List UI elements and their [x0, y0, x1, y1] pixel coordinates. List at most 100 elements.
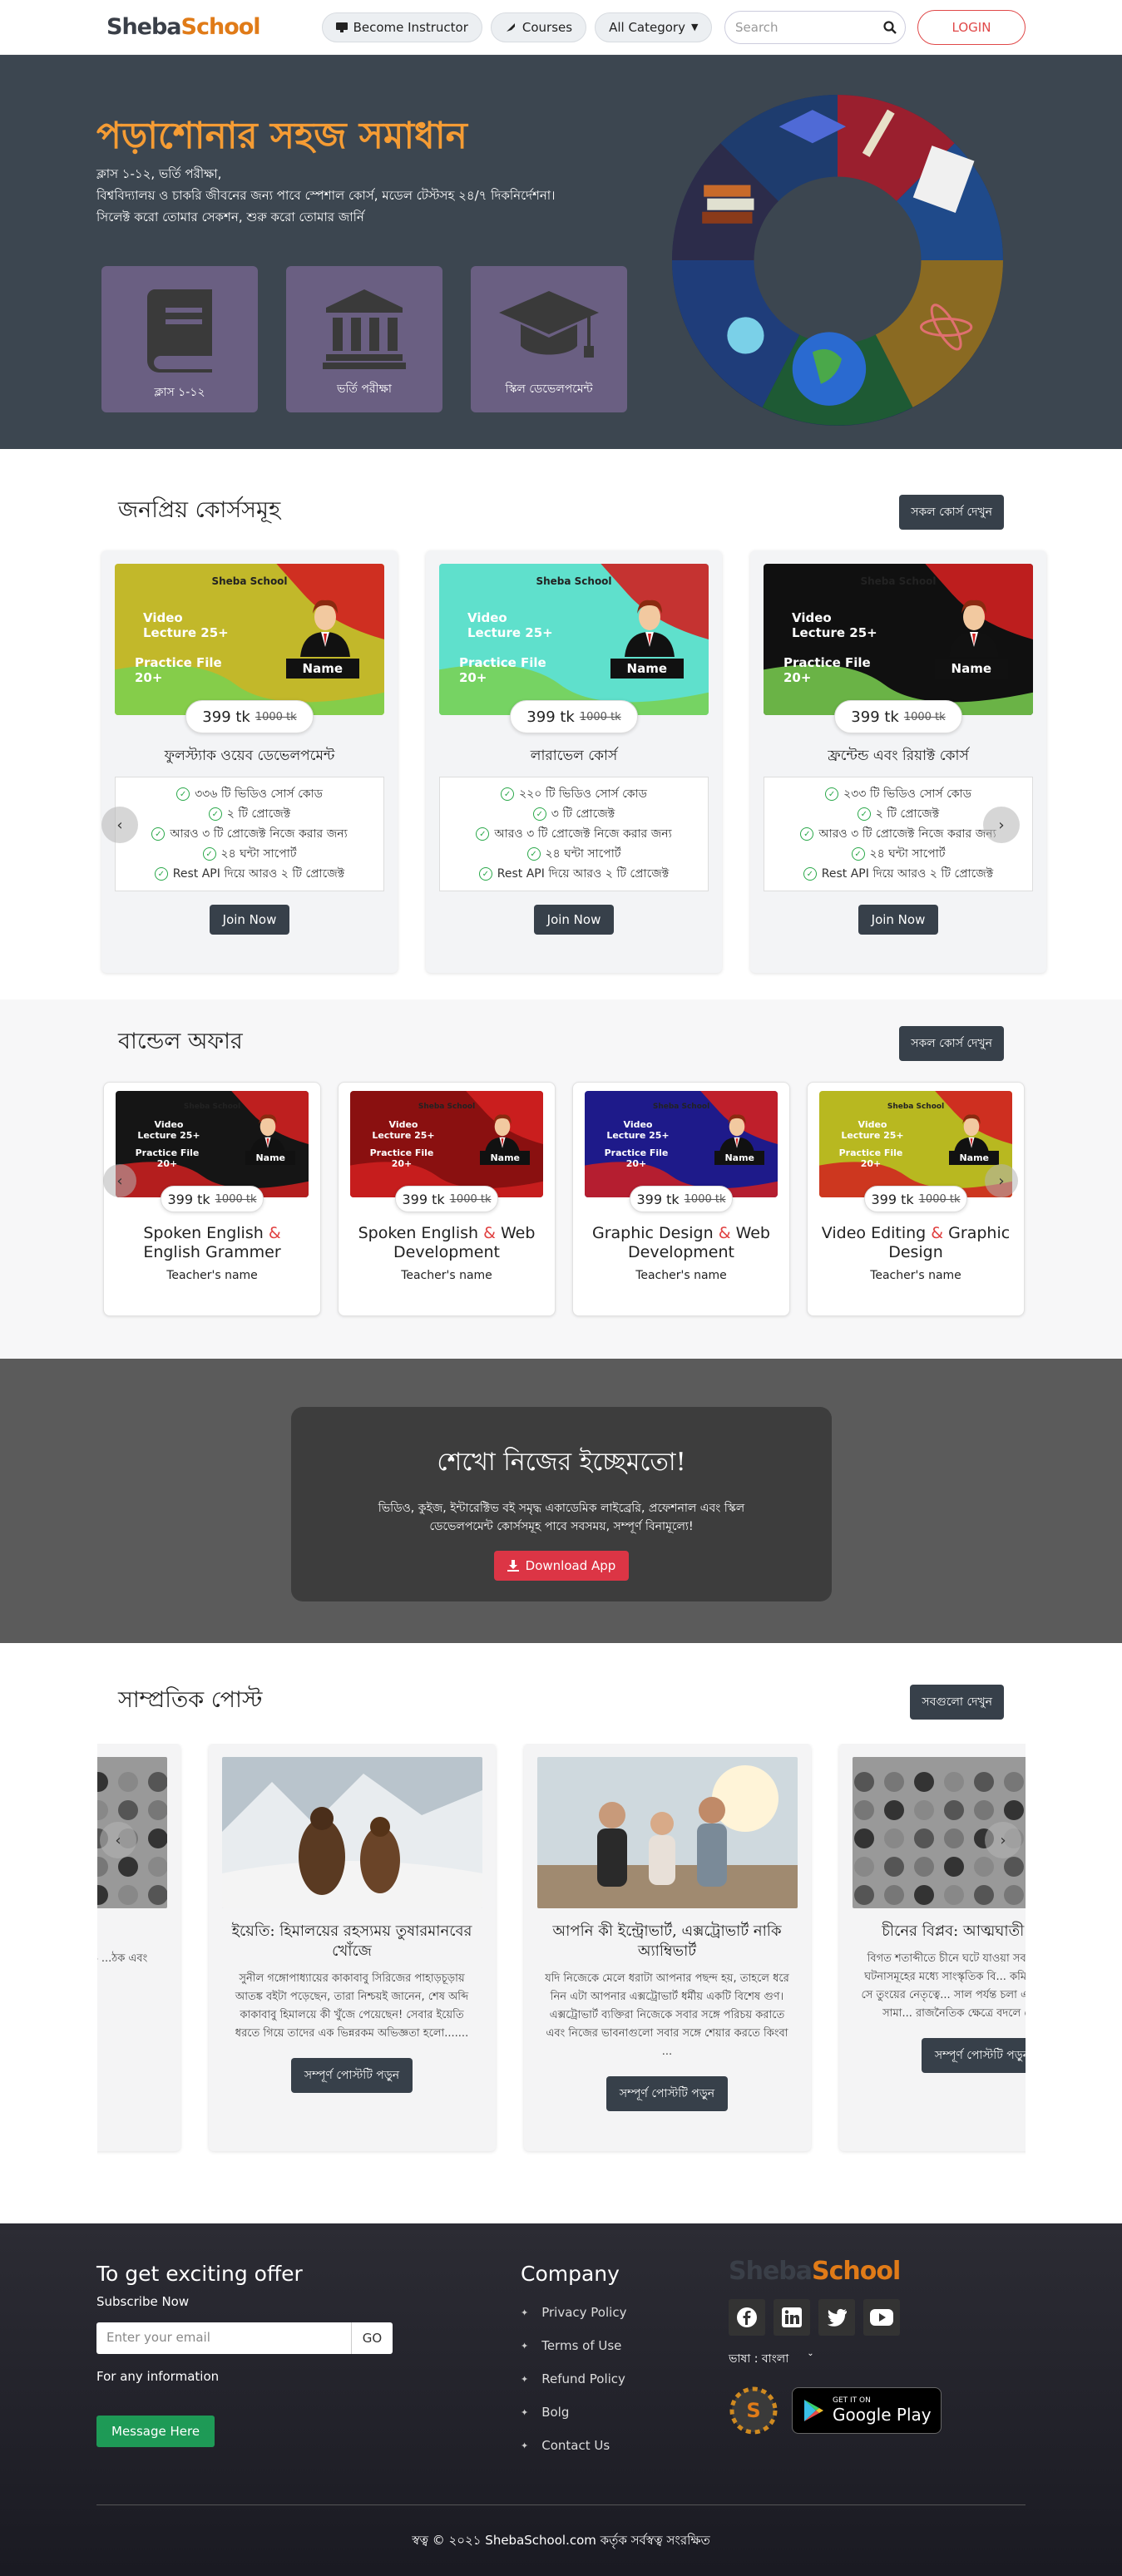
hero-line-3: সিলেক্ট করো তোমার সেকশন, শুরু করো তোমার … [96, 210, 364, 225]
see-all-bundles-button[interactable]: সকল কোর্স দেখুন [899, 1025, 1004, 1061]
footer-link-privacy[interactable]: Privacy Policy [521, 2296, 626, 2329]
post-title[interactable]: আপনি কী ইন্ট্রোভার্ট, এক্সট্রোভার্ট নাকি… [537, 1922, 798, 1962]
course-thumbnail[interactable]: Sheba School Video Lecture 25+ Practice … [585, 1091, 778, 1197]
read-full-post-button[interactable]: সম্পূর্ণ পোস্টটি পড়ুন [605, 2076, 729, 2111]
posts-next-button[interactable]: › [985, 1822, 1021, 1858]
bundle-next-button[interactable]: › [985, 1164, 1018, 1197]
hero-card-class[interactable]: ক্লাস ১-১২ [101, 266, 258, 412]
download-app-button[interactable]: Download App [493, 1551, 630, 1581]
course-thumbnail[interactable]: Sheba School Video Lecture 25+ Practice … [115, 564, 384, 715]
post-image[interactable] [536, 1757, 798, 1908]
feature-text: ৩ টি প্রোজেক্ট [551, 807, 615, 821]
posts-prev-button[interactable]: ‹ [100, 1822, 136, 1858]
bundle-title[interactable]: Spoken English & Web Development [350, 1224, 543, 1262]
course-card[interactable]: Sheba School Video Lecture 25+ Practice … [101, 550, 398, 973]
bundle-title[interactable]: Spoken English & English Grammer [116, 1224, 309, 1262]
footer-logo[interactable]: ShebaSchool [729, 2257, 942, 2286]
see-all-posts-button[interactable]: সবগুলো দেখুন [910, 1684, 1004, 1720]
course-feature: ✓ Rest API দিয়ে আরও ২ টি প্রোজেক্ট [116, 864, 383, 884]
course-thumbnail[interactable]: Sheba School Video Lecture 25+ Practice … [350, 1091, 543, 1197]
email-subscribe-form: Enter your email GO [96, 2322, 393, 2354]
course-title[interactable]: ফুলস্ট্যাক ওয়েব ডেভেলপমেন্ট [115, 745, 384, 768]
course-title[interactable]: ফ্রন্টেন্ড এবং রিয়াক্ট কোর্স [764, 745, 1033, 768]
bundle-card[interactable]: Sheba School Video Lecture 25+ Practice … [103, 1082, 321, 1316]
post-card[interactable]: চীনের বিপ্লব: আত্মঘাতী এক অ... বিগত শতাব… [838, 1744, 1026, 2151]
post-card[interactable]: ইয়েতি: হিমালয়ের রহস্যময় তুষারমানবের খ… [208, 1744, 496, 2151]
post-card[interactable]: ...ভিযান ...বড় এবং ...কার অনলাইন ...৯৬৩… [96, 1744, 180, 2151]
price-badge: 399 tk 1000 tk [834, 700, 962, 733]
teacher-name: Teacher's name [401, 1269, 492, 1282]
become-instructor-label: Become Instructor [353, 19, 468, 35]
feature-text: আরও ৩ টি প্রোজেক্ট নিজে করার জন্য [170, 827, 348, 841]
footer-link-refund[interactable]: Refund Policy [521, 2362, 626, 2396]
ampersand: & [931, 1224, 944, 1242]
search-input[interactable]: Search [724, 10, 906, 44]
bundle-title[interactable]: Video Editing & Graphic Design [819, 1224, 1012, 1262]
post-image[interactable] [221, 1757, 482, 1908]
footer-link-blog[interactable]: Bolg [521, 2396, 626, 2429]
message-here-button[interactable]: Message Here [96, 2416, 215, 2447]
hero-card-skill[interactable]: স্কিল ডেভেলপমেন্ট [471, 266, 627, 412]
course-thumbnail[interactable]: Sheba School Video Lecture 25+ Practice … [439, 564, 709, 715]
hero-section: পড়াশোনার সহজ সমাধান ক্লাস ১-১২, ভর্তি প… [0, 55, 1122, 449]
login-button[interactable]: LOGIN [917, 9, 1026, 45]
bundle-card[interactable]: Sheba School Video Lecture 25+ Practice … [807, 1082, 1025, 1316]
courses-button[interactable]: Courses [490, 12, 587, 42]
google-play-button[interactable]: GET IT ON Google Play [792, 2387, 942, 2434]
read-full-post-button[interactable]: সম্পূর্ণ পোস্টটি পড়ুন [290, 2058, 413, 2093]
site-logo[interactable]: ShebaSchool [106, 14, 261, 40]
see-all-courses-button[interactable]: সকল কোর্স দেখুন [899, 494, 1004, 530]
chevron-left-icon: ‹ [116, 1172, 123, 1190]
check-circle-icon: ✓ [800, 827, 814, 841]
footer-link-contact[interactable]: Contact Us [521, 2429, 626, 2462]
course-card[interactable]: Sheba School Video Lecture 25+ Practice … [750, 550, 1046, 973]
courses-label: Courses [521, 19, 573, 35]
search-icon[interactable] [883, 20, 897, 34]
price-current: 399 tk [871, 1191, 914, 1207]
download-app-box: শেখো নিজের ইচ্ছেমতো! ভিডিও, কুইজ, ইন্টার… [291, 1407, 832, 1601]
bundle-card[interactable]: Sheba School Video Lecture 25+ Practice … [572, 1082, 790, 1316]
video-lecture-text: Video Lecture 25+ [606, 1119, 670, 1141]
carousel-next-button[interactable]: › [983, 807, 1020, 843]
bundle-title[interactable]: Graphic Design & Web Development [585, 1224, 778, 1262]
subscribe-go-button[interactable]: GO [351, 2322, 393, 2354]
email-input[interactable]: Enter your email [96, 2322, 351, 2354]
all-category-dropdown[interactable]: All Category ▼ [595, 12, 713, 42]
course-thumbnail[interactable]: Sheba School Video Lecture 25+ Practice … [764, 564, 1033, 715]
education-wheel-illustration [672, 95, 1003, 426]
course-title[interactable]: লারাভেল কোর্স [439, 745, 709, 768]
video-lecture-text: Video Lecture 25+ [841, 1119, 904, 1141]
become-instructor-button[interactable]: Become Instructor [321, 12, 482, 42]
course-thumbnail[interactable]: Sheba School Video Lecture 25+ Practice … [116, 1091, 309, 1197]
download-app-section: শেখো নিজের ইচ্ছেমতো! ভিডিও, কুইজ, ইন্টার… [0, 1359, 1122, 1643]
post-title[interactable]: চীনের বিপ্লব: আত্মঘাতী এক অ... [853, 1922, 1025, 1942]
svg-text:S: S [746, 2399, 760, 2422]
language-select[interactable]: ভাষা : বাংলা ⌄ [729, 2349, 942, 2369]
hero-card-admission[interactable]: ভর্তি পরীক্ষা [286, 266, 442, 412]
facebook-icon[interactable] [729, 2299, 765, 2336]
bundle-card[interactable]: Sheba School Video Lecture 25+ Practice … [338, 1082, 556, 1316]
price-current: 399 tk [167, 1191, 210, 1207]
course-thumbnail[interactable]: Sheba School Video Lecture 25+ Practice … [819, 1091, 1012, 1197]
join-now-button[interactable]: Join Now [858, 905, 938, 935]
course-card[interactable]: Sheba School Video Lecture 25+ Practice … [426, 550, 722, 973]
join-now-button[interactable]: Join Now [210, 905, 289, 935]
ampersand: & [268, 1224, 281, 1242]
price-current: 399 tk [526, 708, 575, 726]
post-title[interactable]: ...ভিযান [97, 1922, 167, 1942]
bundle-prev-button[interactable]: ‹ [103, 1164, 136, 1197]
join-now-button[interactable]: Join Now [534, 905, 614, 935]
youtube-icon[interactable] [863, 2299, 900, 2336]
bundle-course-a: Spoken English [358, 1224, 479, 1242]
twitter-icon[interactable] [818, 2299, 855, 2336]
post-title[interactable]: ইয়েতি: হিমালয়ের রহস্যময় তুষারমানবের খ… [222, 1922, 482, 1962]
post-card[interactable]: আপনি কী ইন্ট্রোভার্ট, এক্সট্রোভার্ট নাকি… [523, 1744, 811, 2151]
carousel-prev-button[interactable]: ‹ [101, 807, 138, 843]
read-full-post-button[interactable]: সম্পূর্ণ পোস্টটি পড়ুন [921, 2038, 1026, 2073]
linkedin-icon[interactable] [774, 2299, 810, 2336]
hero-line-1: ক্লাস ১-১২, ভর্তি পরীক্ষা, [96, 166, 222, 181]
feature-text: ২ টি প্রোজেক্ট [875, 807, 940, 821]
recent-posts-heading: সাম্প্রতিক পোস্ট [118, 1687, 263, 1713]
footer-link-terms[interactable]: Terms of Use [521, 2329, 626, 2362]
instructor-avatar [625, 600, 675, 657]
